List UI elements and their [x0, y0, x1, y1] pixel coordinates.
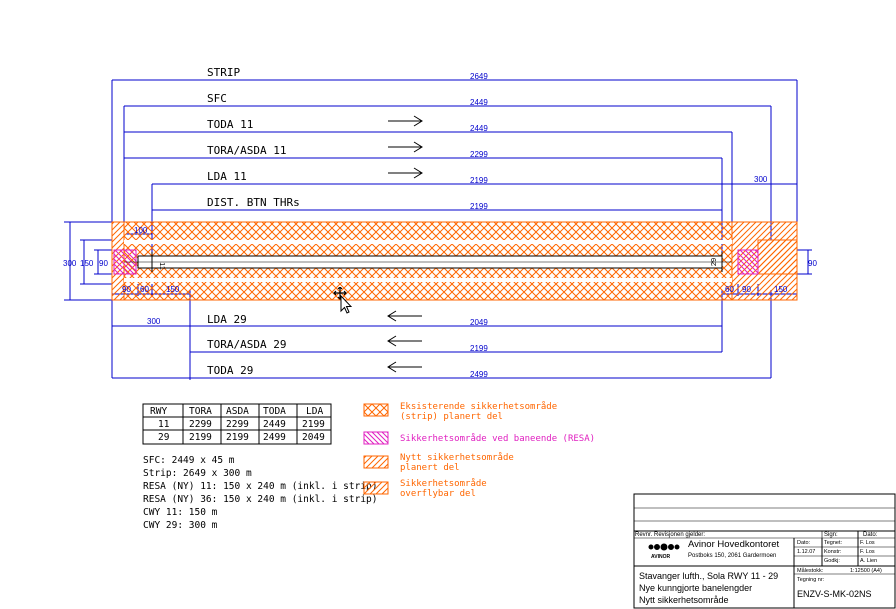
title-line-2: Nye kunngjorte banelengder — [639, 583, 752, 593]
table-header-rwy: RWY — [150, 406, 167, 417]
avinor-logo: AVINOR — [651, 554, 670, 560]
company-address: Postboks 150, 2061 Gardermoen — [688, 553, 776, 559]
bar-label-lda29: LDA 29 — [207, 313, 247, 326]
dim-90-right: 90 — [808, 259, 817, 268]
note-line: RESA (NY) 36: 150 x 240 m (inkl. i strip… — [143, 494, 378, 505]
tegnet-label: Tegnet: — [824, 540, 843, 546]
bar-value-tora11: 2299 — [470, 150, 488, 159]
move-cursor-icon — [333, 287, 352, 314]
company-name: Avinor Hovedkontoret — [688, 539, 780, 550]
scale-label: Målestokk: — [797, 567, 824, 574]
table-cell: 2299 — [226, 419, 249, 430]
dato-value: 1.12.07 — [797, 549, 815, 555]
dim-150-bl: 150 — [166, 285, 180, 294]
legend-label: planert del — [400, 463, 460, 473]
table-cell: 2199 — [189, 432, 212, 443]
runway-strip — [111, 221, 798, 301]
dim-100: 100 — [134, 226, 148, 235]
sign-header: Sign: — [824, 532, 838, 538]
table-cell: 2199 — [302, 419, 325, 430]
declared-distances-table: RWY TORA ASDA TODA LDA 11 2299 2299 2449… — [142, 403, 332, 445]
table-header-lda: LDA — [306, 406, 323, 417]
bar-label-sfc: SFC — [207, 92, 227, 105]
table-cell: 2449 — [263, 419, 286, 430]
tegnet-value: F. Los — [860, 540, 875, 546]
table-header-toda: TODA — [263, 406, 286, 417]
table-cell: 2049 — [302, 432, 325, 443]
konstr-label: Konstr: — [824, 549, 842, 555]
dato-label: Dato: — [797, 540, 811, 546]
bar-value-dist: 2199 — [470, 202, 488, 211]
legend-label: Nytt sikkerhetsområde — [400, 452, 514, 463]
scale-value: 1:12500 (A4) — [850, 568, 882, 574]
bar-value-lda29: 2049 — [470, 318, 488, 327]
bar-label-tora29: TORA/ASDA 29 — [207, 338, 286, 351]
legend-label: Sikkerhetsområde ved baneende (RESA) — [400, 433, 595, 444]
note-line: Strip: 2649 x 300 m — [143, 468, 252, 479]
bar-value-toda11: 2449 — [470, 124, 488, 133]
table-cell: 2199 — [226, 432, 249, 443]
dim-90-left: 90 — [99, 259, 108, 268]
table-cell: 2299 — [189, 419, 212, 430]
runway-diagram: 11 29 STRIP 2649 SFC 2449 TODA 11 2449 T… — [63, 66, 896, 609]
table-header-asda: ASDA — [226, 406, 249, 417]
title-line-3: Nytt sikkerhetsområde — [639, 595, 729, 605]
bar-value-tora29: 2199 — [470, 344, 488, 353]
konstr-value: F. Los — [860, 549, 875, 555]
bar-value-sfc: 2449 — [470, 98, 488, 107]
threshold-29-label: 29 — [709, 258, 718, 266]
bar-label-toda11: TODA 11 — [207, 118, 253, 131]
note-line: SFC: 2449 x 45 m — [143, 455, 235, 466]
bar-label-lda11: LDA 11 — [207, 170, 247, 183]
drawing-number: ENZV-S-MK-02NS — [797, 589, 872, 599]
dim-60-br: 60 — [725, 285, 734, 294]
legend-label: Sikkerhetsområde — [400, 478, 487, 489]
bar-value-toda29: 2499 — [470, 370, 488, 379]
dim-90-bl: 90 — [122, 285, 131, 294]
revision-header: Revnr. Revisjonen gjelder: — [635, 532, 705, 538]
table-cell: 11 — [158, 419, 170, 430]
dim-60-bl: 60 — [140, 285, 149, 294]
dim-300-right: 300 — [754, 175, 768, 184]
legend: Eksisterende sikkerhetsområde (strip) pl… — [363, 401, 595, 499]
bar-value-lda11: 2199 — [470, 176, 488, 185]
table-cell: 2499 — [263, 432, 286, 443]
bar-value-strip: 2649 — [470, 72, 488, 81]
drawing-label: Tegning nr: — [797, 577, 825, 583]
legend-label: (strip) planert del — [400, 412, 503, 422]
dim-300-bottom: 300 — [147, 317, 161, 326]
bar-label-strip: STRIP — [207, 66, 240, 79]
table-cell: 29 — [158, 432, 170, 443]
legend-label: Eksisterende sikkerhetsområde — [400, 401, 557, 412]
threshold-11-label: 11 — [158, 262, 167, 270]
note-line: CWY 11: 150 m — [143, 507, 218, 518]
note-line: RESA (NY) 11: 150 x 240 m (inkl. i strip… — [143, 481, 378, 492]
title-line-1: Stavanger lufth., Sola RWY 11 - 29 — [639, 571, 778, 581]
bar-label-tora11: TORA/ASDA 11 — [207, 144, 286, 157]
dato-header: Dato: — [863, 532, 878, 538]
godkj-value: A. Lien — [860, 558, 877, 564]
legend-label: overflybar del — [400, 489, 476, 499]
title-block-text: Revnr. Revisjonen gjelder: Sign: Dato: A… — [635, 532, 882, 605]
dim-150-left: 150 — [80, 259, 94, 268]
note-line: CWY 29: 300 m — [143, 520, 218, 531]
dim-90-br: 90 — [742, 285, 751, 294]
godkj-label: Godkj: — [824, 558, 840, 564]
dim-300-left: 300 — [63, 259, 77, 268]
notes: SFC: 2449 x 45 m Strip: 2649 x 300 m RES… — [143, 455, 378, 531]
dim-150-br: 150 — [774, 285, 788, 294]
bar-label-toda29: TODA 29 — [207, 364, 253, 377]
bar-label-dist: DIST. BTN THRs — [207, 196, 300, 209]
table-header-tora: TORA — [189, 406, 212, 417]
